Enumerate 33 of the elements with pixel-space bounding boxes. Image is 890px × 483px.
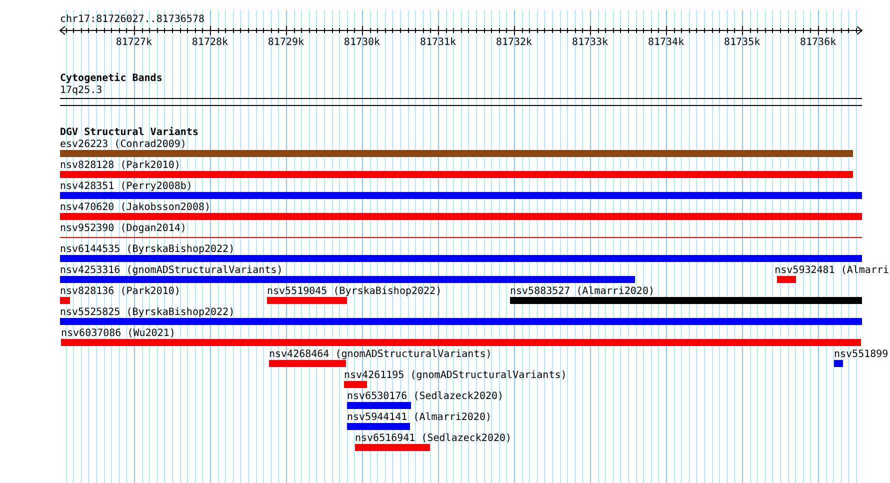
tick-label: 81735k <box>724 37 760 48</box>
tick-label: 81734k <box>648 37 684 48</box>
tick-label: 81733k <box>572 37 608 48</box>
track-title: Cytogenetic Bands <box>60 73 162 85</box>
variant-label: nsv828136 (Park2010) <box>60 286 180 297</box>
variant-label: nsv5944141 (Almarri2020) <box>347 412 492 423</box>
variant-label: nsv6144535 (ByrskaBishop2022) <box>60 244 235 255</box>
variant-label: nsv4261195 (gnomADStructuralVariants) <box>344 370 567 381</box>
tick-label: 81730k <box>344 37 380 48</box>
variant-label: nsv6516941 (Sedlazeck2020) <box>355 433 512 444</box>
tick-label: 81728k <box>192 37 228 48</box>
tick-label: 81736k <box>800 37 836 48</box>
variant-label: nsv5525825 (ByrskaBishop2022) <box>60 307 235 318</box>
variant-label: nsv4253316 (gnomADStructuralVariants) <box>60 265 283 276</box>
variant-label: nsv952390 (Dogan2014) <box>60 223 186 234</box>
variant-label: nsv828128 (Park2010) <box>60 160 180 171</box>
variant-label: nsv6037086 (Wu2021) <box>61 328 176 339</box>
tick-label: 81729k <box>268 37 304 48</box>
variant-label: nsv5883527 (Almarri2020) <box>510 286 654 297</box>
variant-label: nsv6530176 (Sedlazeck2020) <box>347 391 504 402</box>
variant-label: nsv5932481 (Almarri <box>774 265 889 276</box>
position-label: chr17:81726027..81736578 <box>60 14 204 26</box>
track-title: DGV Structural Variants <box>60 127 198 139</box>
variant-label: nsv5519045 (ByrskaBishop2022) <box>267 286 442 297</box>
variant-label: esv26223 (Conrad2009) <box>60 139 186 150</box>
tick-label: 81732k <box>496 37 532 48</box>
variant-label: nsv4268464 (gnomADStructuralVariants) <box>269 349 492 360</box>
variant-label: nsv470620 (Jakobsson2008) <box>60 202 211 213</box>
band-label: 17q25.3 <box>60 85 102 97</box>
variant-label: nsv551899 <box>834 349 888 360</box>
variant-label: nsv428351 (Perry2008b) <box>60 181 192 192</box>
tick-label: 81731k <box>420 37 456 48</box>
tick-label: 81727k <box>116 37 152 48</box>
